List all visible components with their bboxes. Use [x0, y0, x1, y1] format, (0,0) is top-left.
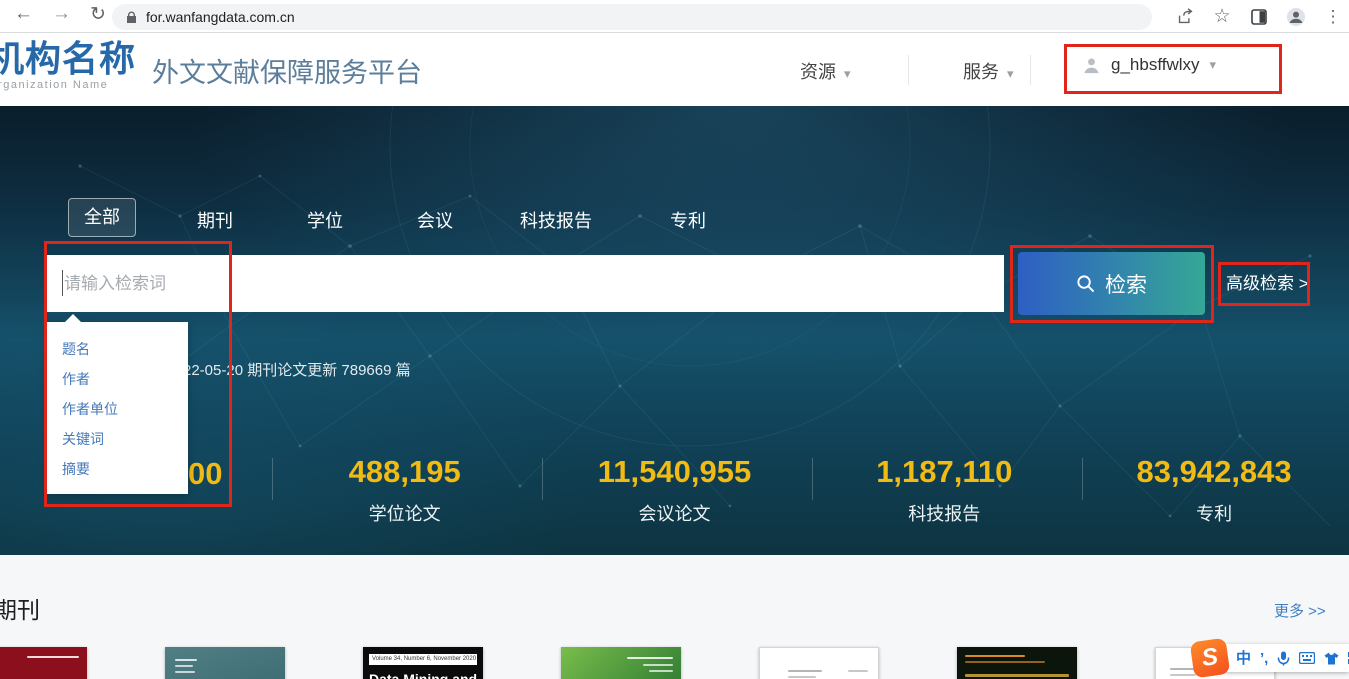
- bookmark-star-icon[interactable]: ☆: [1212, 7, 1232, 27]
- browser-chrome: ← → ↻ for.wanfangdata.com.cn ☆ ⋮: [0, 0, 1349, 33]
- tab-conference[interactable]: 会议: [417, 207, 453, 233]
- journal-cover[interactable]: [561, 647, 681, 679]
- tab-journal[interactable]: 期刊: [197, 207, 233, 233]
- cover-text-line: [643, 664, 673, 666]
- logo-cn-text: 机构名称: [0, 39, 148, 79]
- journal-cover[interactable]: [957, 647, 1077, 679]
- journal-cover[interactable]: [759, 647, 879, 679]
- cover-text-line: [788, 676, 816, 678]
- stat-value: 83,942,843: [1079, 454, 1349, 490]
- hero-banner: 全部 期刊 学位 会议 科技报告 专利 检索 高级检索 > 22-05-20 期…: [0, 106, 1349, 555]
- nav-resources[interactable]: 资源 ▾: [800, 58, 851, 84]
- cover-text-line: [175, 659, 197, 661]
- stat-journal-papers-visible-digits: 00: [188, 456, 222, 492]
- profile-avatar-icon[interactable]: [1286, 7, 1306, 27]
- advanced-search-link[interactable]: 高级检索 >: [1226, 269, 1309, 294]
- stat-value: 1,187,110: [809, 454, 1079, 490]
- journal-cover[interactable]: Volume 34, Number 6, November 2020 Data …: [363, 647, 483, 679]
- ime-keyboard-icon[interactable]: [1299, 652, 1315, 664]
- cover-text-line: [848, 670, 868, 672]
- stat-label: 学位论文: [270, 500, 540, 526]
- cover-text-line: [965, 674, 1069, 677]
- username-text: g_hbsffwlxy: [1111, 55, 1200, 75]
- nav-resources-label: 资源: [800, 62, 836, 82]
- journal-cover[interactable]: [165, 647, 285, 679]
- user-icon: [1082, 56, 1101, 75]
- forward-icon[interactable]: →: [52, 3, 71, 25]
- tab-degree[interactable]: 学位: [307, 207, 343, 233]
- cover-title: Data Mining and: [369, 671, 477, 679]
- chevron-down-icon: ▾: [844, 66, 851, 81]
- ime-microphone-icon[interactable]: [1277, 651, 1290, 666]
- journals-heading: 期刊: [0, 591, 40, 625]
- more-journals-link[interactable]: 更多 >>: [1274, 600, 1326, 621]
- logo-en-text: Organization Name: [0, 79, 148, 91]
- journal-cover[interactable]: JEVA: [0, 647, 87, 679]
- tab-all[interactable]: 全部: [68, 198, 136, 237]
- cover-text-line: [965, 655, 1025, 657]
- url-text: for.wanfangdata.com.cn: [146, 9, 295, 25]
- search-input[interactable]: [44, 255, 1004, 312]
- chevron-down-icon: ▾: [1210, 57, 1217, 73]
- stat-patents: 83,942,843 专利: [1079, 454, 1349, 526]
- cover-text-line: [627, 657, 673, 659]
- tab-tech-report[interactable]: 科技报告: [520, 207, 592, 233]
- search-button-label: 检索: [1105, 269, 1147, 299]
- nav-services-label: 服务: [963, 62, 999, 82]
- site-title: 外文文献保障服务平台: [152, 51, 422, 90]
- nav-services[interactable]: 服务 ▾: [963, 58, 1014, 84]
- tab-patent[interactable]: 专利: [670, 207, 706, 233]
- cover-text-line: [175, 665, 193, 667]
- cover-text-line: [788, 670, 822, 672]
- update-announcement: 22-05-20 期刊论文更新 789669 篇: [183, 359, 411, 380]
- dropdown-caret: [65, 314, 81, 322]
- stat-tech-reports: 1,187,110 科技报告: [809, 454, 1079, 526]
- cover-top-text: Volume 34, Number 6, November 2020: [369, 654, 477, 665]
- ime-toolbar: 中 ’,: [1222, 644, 1349, 672]
- stat-label: 会议论文: [540, 500, 810, 526]
- site-header: 机构名称 Organization Name 外文文献保障服务平台 资源 ▾ 服务…: [0, 33, 1349, 106]
- cover-text-line: [1170, 674, 1196, 676]
- organization-logo[interactable]: 机构名称 Organization Name: [0, 39, 148, 91]
- sogou-logo[interactable]: S: [1190, 638, 1231, 679]
- ime-chinese-mode-icon[interactable]: 中: [1236, 651, 1251, 666]
- stat-label: 专利: [1079, 500, 1349, 526]
- cover-text-line: [649, 670, 673, 672]
- user-menu[interactable]: g_hbsffwlxy ▾: [1082, 55, 1216, 75]
- header-divider: [1030, 55, 1031, 85]
- search-button[interactable]: 检索: [1018, 252, 1205, 315]
- stat-value: 11,540,955: [540, 454, 810, 490]
- ime-punctuation-icon[interactable]: ’,: [1260, 651, 1268, 666]
- browser-menu-icon[interactable]: ⋮: [1323, 7, 1343, 27]
- header-divider: [908, 55, 909, 85]
- search-icon: [1076, 274, 1095, 293]
- chevron-down-icon: ▾: [1007, 66, 1014, 81]
- search-field-dropdown: 题名 作者 作者单位 关键词 摘要: [47, 322, 188, 494]
- stat-conference-papers: 11,540,955 会议论文: [540, 454, 810, 526]
- dropdown-option-author[interactable]: 作者: [47, 364, 188, 394]
- stat-degree-papers: 488,195 学位论文: [270, 454, 540, 526]
- journals-section: 期刊 更多 >> JEVA Volume 34, Number 6, Novem…: [0, 555, 1349, 679]
- cover-text-line: [27, 656, 79, 658]
- stat-label: 科技报告: [809, 500, 1079, 526]
- share-icon[interactable]: [1175, 7, 1195, 27]
- dropdown-option-abstract[interactable]: 摘要: [47, 454, 188, 484]
- reload-icon[interactable]: ↻: [90, 3, 106, 26]
- back-icon[interactable]: ←: [14, 3, 33, 25]
- cover-text-line: [965, 661, 1045, 663]
- lock-icon: [126, 11, 137, 24]
- stat-value: 488,195: [270, 454, 540, 490]
- dropdown-option-title[interactable]: 题名: [47, 334, 188, 364]
- text-cursor: [62, 270, 63, 296]
- dropdown-option-affiliation[interactable]: 作者单位: [47, 394, 188, 424]
- side-panel-icon[interactable]: [1249, 7, 1269, 27]
- url-bar[interactable]: for.wanfangdata.com.cn: [112, 4, 1152, 30]
- ime-skin-icon[interactable]: [1324, 652, 1339, 665]
- cover-text-line: [175, 671, 195, 673]
- dropdown-option-keyword[interactable]: 关键词: [47, 424, 188, 454]
